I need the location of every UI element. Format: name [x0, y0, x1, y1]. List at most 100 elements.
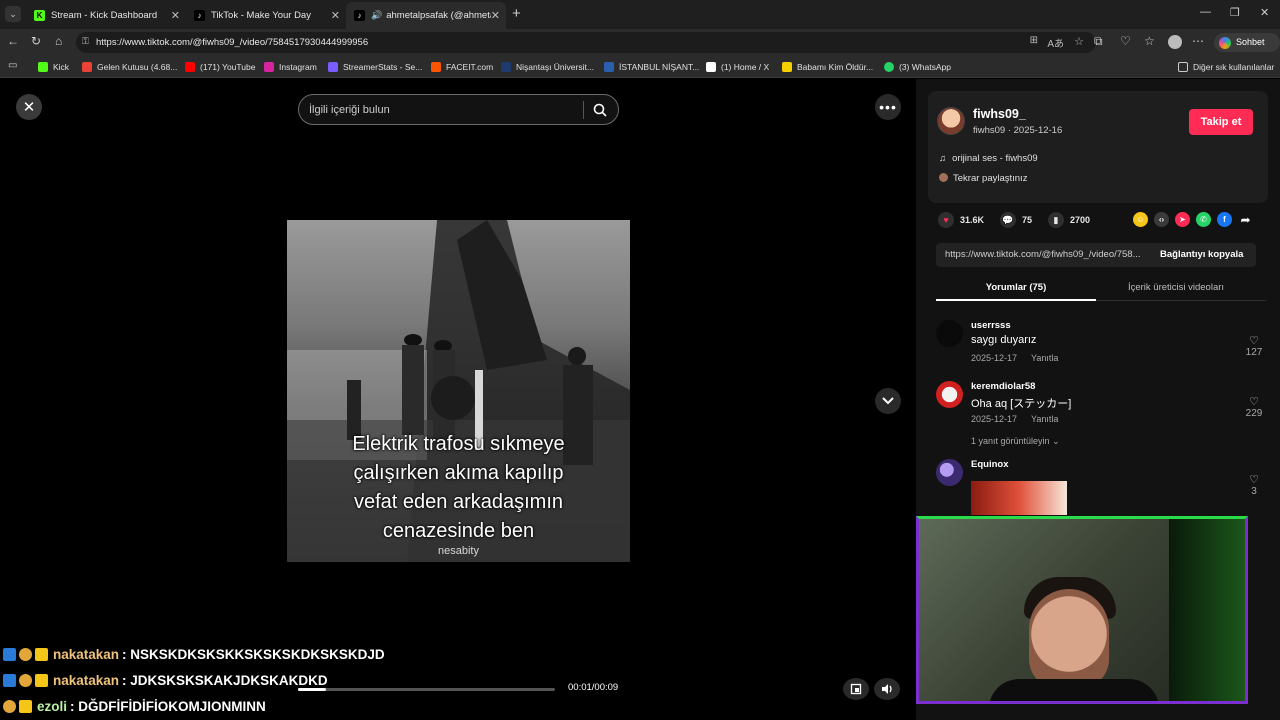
bookmark-label: StreamerStats - Se...: [343, 62, 423, 72]
bookmark-gmail[interactable]: Gelen Kutusu (4.68...: [82, 60, 177, 74]
commenter-avatar[interactable]: [936, 459, 963, 486]
bookmark-label: (3) WhatsApp: [899, 62, 951, 72]
folder-icon: [1178, 62, 1188, 72]
reply-link[interactable]: Yanıtla: [1031, 353, 1058, 363]
back-icon[interactable]: ←: [7, 34, 19, 48]
repost-label: Tekrar paylaştınız: [953, 173, 1028, 184]
video-area: ✕ İlgili içeriği bulun ••• Elektrik traf…: [0, 79, 916, 720]
volume-button[interactable]: [874, 678, 900, 700]
streamerstats-icon: [328, 62, 338, 72]
bookmark-whatsapp[interactable]: (3) WhatsApp: [884, 60, 951, 74]
close-window-icon[interactable]: ✕: [1260, 6, 1269, 19]
heart-icon: ♥: [938, 212, 954, 228]
collections-icon[interactable]: ▭: [8, 60, 17, 71]
like-button[interactable]: ♥ 31.6K: [938, 212, 984, 228]
facebook-share-icon[interactable]: f: [1217, 212, 1232, 227]
comment-like-button[interactable]: ♡ 127: [1242, 334, 1266, 358]
url-text: https://www.tiktok.com/@fiwhs09_/video/7…: [96, 37, 369, 48]
home-icon[interactable]: ⌂: [55, 34, 62, 48]
comment-like-count: 127: [1245, 347, 1263, 358]
comment-like-count: 229: [1245, 408, 1263, 419]
author-avatar[interactable]: [937, 107, 965, 135]
tab-kick-dashboard[interactable]: K Stream - Kick Dashboard ✕: [26, 2, 186, 29]
floating-player-button[interactable]: [843, 678, 869, 700]
commenter-username[interactable]: Equinox: [971, 459, 1008, 470]
favorites-icon[interactable]: ☆: [1144, 34, 1155, 48]
reply-link[interactable]: Yanıtla: [1031, 414, 1058, 424]
view-replies-link[interactable]: 1 yanıt görüntüleyin ⌄: [971, 436, 1060, 447]
commenter-username[interactable]: keremdiolar58: [971, 381, 1035, 392]
chat-message: nakatakan : NSKSKDKSKSKKSKSKSKDKSKSKDJD: [3, 644, 385, 664]
bookmark-istanbul-nisantasi[interactable]: İSTANBUL NİŞANT...: [604, 60, 699, 74]
bookmark-babami[interactable]: Babamı Kim Öldür...: [782, 60, 873, 74]
whatsapp-share-icon[interactable]: ✆: [1196, 212, 1211, 227]
music-link[interactable]: ♫ orijinal ses - fiwhs09: [939, 153, 1038, 164]
bookmark-label: (171) YouTube: [200, 62, 256, 72]
share-friends-icon[interactable]: ☺: [1133, 212, 1148, 227]
minimize-icon[interactable]: —: [1200, 6, 1211, 18]
comment-like-button[interactable]: ♡ 229: [1242, 395, 1266, 419]
video-link-text[interactable]: https://www.tiktok.com/@fiwhs09_/video/7…: [945, 249, 1155, 260]
browser-essentials-icon[interactable]: ♡: [1120, 34, 1131, 48]
comment-button[interactable]: 💬 75: [1000, 212, 1032, 228]
site-info-icon[interactable]: ⚿: [82, 36, 89, 47]
copy-link-button[interactable]: Bağlantıyı kopyala: [1160, 249, 1243, 260]
search-icon[interactable]: [593, 103, 607, 117]
extensions-icon[interactable]: ⧉: [1094, 34, 1103, 49]
next-video-button[interactable]: [875, 388, 901, 414]
address-bar[interactable]: ⚿ https://www.tiktok.com/@fiwhs09_/video…: [76, 32, 1096, 53]
settings-more-icon[interactable]: ⋯: [1192, 34, 1204, 48]
bookmark-kick[interactable]: Kick: [38, 60, 69, 74]
split-screen-icon[interactable]: ⊞: [1030, 35, 1038, 46]
restore-icon[interactable]: ❐: [1230, 6, 1240, 19]
profile-avatar[interactable]: [1168, 35, 1182, 49]
kick-icon: K: [34, 10, 45, 21]
more-options-button[interactable]: •••: [875, 94, 901, 120]
author-username[interactable]: fiwhs09_: [973, 107, 1026, 121]
new-tab-icon[interactable]: +: [512, 5, 521, 22]
bookmark-streamerstats[interactable]: StreamerStats - Se...: [328, 60, 422, 74]
tab-comments[interactable]: Yorumlar (75): [936, 277, 1096, 301]
chat-text: : NSKSKDKSKSKKSKSKSKDKSKSKDJD: [122, 646, 385, 662]
favorite-star-icon[interactable]: ☆: [1074, 35, 1084, 48]
embed-icon[interactable]: ‹›: [1154, 212, 1169, 227]
bookmark-youtube[interactable]: (171) YouTube: [185, 60, 255, 74]
close-tab-icon[interactable]: ✕: [491, 9, 500, 22]
chat-message: nakatakan : JDKSKSKSKAKJDKSKAKDKD: [3, 670, 328, 690]
tab-tiktok-video[interactable]: ♪ 🔊 ahmetalpsafak (@ahmetalpsa ✕: [346, 2, 506, 29]
bookmark-nisantasi[interactable]: Nişantaşı Üniversit...: [501, 60, 594, 74]
bookmark-label: İSTANBUL NİŞANT...: [619, 62, 700, 72]
other-bookmarks[interactable]: Diğer sık kullanılanlar: [1178, 60, 1274, 74]
tab-label: TikTok - Make Your Day: [211, 10, 311, 21]
share-more-icon[interactable]: ➦: [1238, 212, 1253, 227]
close-video-button[interactable]: ✕: [16, 94, 42, 120]
audio-playing-icon[interactable]: 🔊: [371, 10, 382, 21]
refresh-icon[interactable]: ↻: [31, 34, 41, 48]
browser-tabstrip: ⌄ K Stream - Kick Dashboard ✕ ♪ TikTok -…: [0, 0, 1280, 29]
comment-sticker-image[interactable]: [971, 481, 1067, 515]
commenter-avatar[interactable]: [936, 381, 963, 408]
send-icon[interactable]: ➤: [1175, 212, 1190, 227]
tab-tiktok-home[interactable]: ♪ TikTok - Make Your Day ✕: [186, 2, 346, 29]
close-tab-icon[interactable]: ✕: [331, 9, 340, 22]
bookmark-faceit[interactable]: FACEIT.com: [431, 60, 493, 74]
tab-list-menu-icon[interactable]: ⌄: [5, 6, 21, 22]
related-search-input[interactable]: İlgili içeriği bulun: [298, 94, 619, 125]
copilot-chat-button[interactable]: Sohbet et: [1214, 33, 1280, 66]
bookmark-instagram[interactable]: Instagram: [264, 60, 317, 74]
commenter-avatar[interactable]: [936, 320, 963, 347]
commenter-username[interactable]: userrsss: [971, 320, 1011, 331]
subscriber-badge-icon: [35, 673, 48, 687]
close-tab-icon[interactable]: ✕: [171, 9, 180, 22]
bookmark-x[interactable]: (1) Home / X: [706, 60, 769, 74]
video-frame[interactable]: Elektrik trafosu sıkmeye çalışırken akım…: [287, 220, 630, 562]
save-button[interactable]: ▮ 2700: [1048, 212, 1090, 228]
music-note-icon: ♫: [939, 153, 947, 164]
author-subline: fiwhs09 · 2025-12-16: [973, 125, 1063, 136]
other-bookmarks-label: Diğer sık kullanılanlar: [1193, 62, 1275, 72]
video-progress-bar[interactable]: [298, 688, 555, 691]
tab-creator-videos[interactable]: İçerik üreticisi videoları: [1096, 277, 1256, 301]
comment-like-button[interactable]: ♡ 3: [1242, 473, 1266, 497]
follow-button[interactable]: Takip et: [1189, 109, 1253, 135]
read-aloud-icon[interactable]: Aあ: [1047, 35, 1064, 50]
